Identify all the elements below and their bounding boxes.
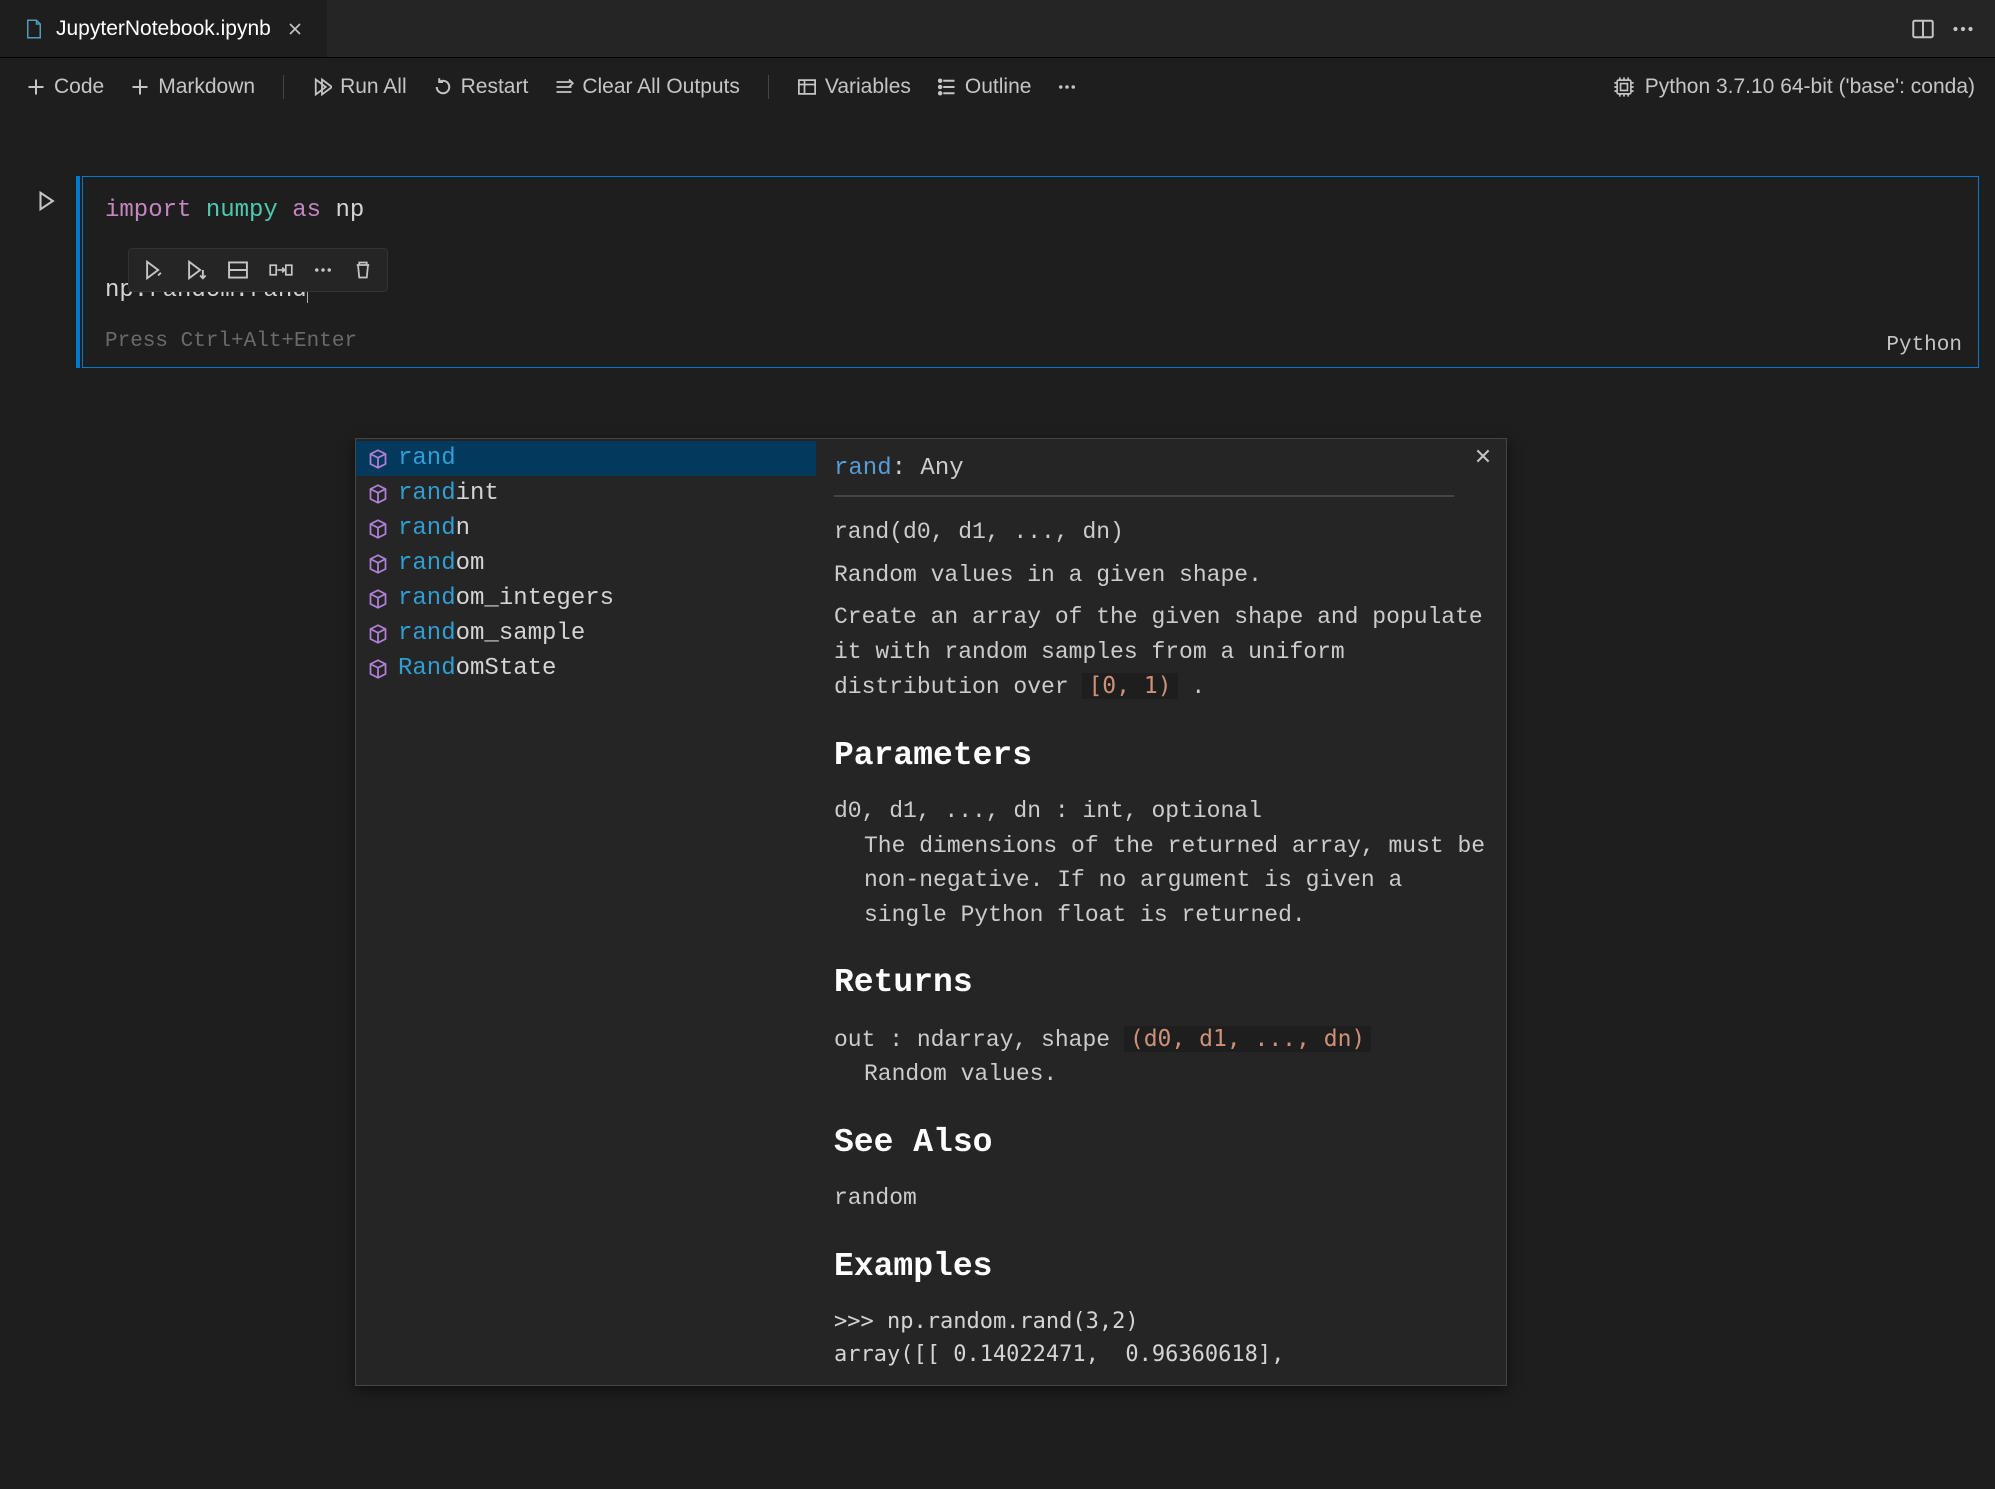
doc-description: Create an array of the given shape and p… (834, 600, 1488, 705)
doc-returns: out : ndarray, shape (d0, d1, ..., dn) R… (834, 1022, 1488, 1092)
doc-heading-seealso: See Also (834, 1118, 1488, 1168)
method-icon (368, 589, 388, 609)
method-icon (368, 624, 388, 644)
run-cell-icon[interactable] (35, 190, 57, 368)
suggest-list[interactable]: rand randint randn random random_integer… (356, 439, 816, 1385)
editor-tab[interactable]: JupyterNotebook.ipynb (0, 0, 327, 57)
execute-below-icon[interactable] (181, 255, 211, 285)
cell-more-icon[interactable] (309, 256, 337, 284)
suggest-item[interactable]: rand (356, 441, 816, 476)
method-icon (368, 554, 388, 574)
outline-label: Outline (965, 75, 1032, 99)
run-all-button[interactable]: Run All (306, 71, 413, 103)
method-icon (368, 484, 388, 504)
doc-heading-returns: Returns (834, 958, 1488, 1008)
cell-toolbar (128, 248, 388, 292)
cell-language-label[interactable]: Python (1886, 334, 1962, 357)
doc-heading-examples: Examples (834, 1242, 1488, 1292)
kernel-label: Python 3.7.10 64-bit ('base': conda) (1645, 75, 1975, 99)
signature-label: rand: Any (834, 447, 1488, 495)
restart-label: Restart (461, 75, 529, 99)
add-markdown-label: Markdown (158, 75, 255, 99)
close-icon[interactable] (1474, 447, 1492, 465)
variables-label: Variables (825, 75, 911, 99)
suggest-item[interactable]: random_sample (356, 616, 816, 651)
tab-filename: JupyterNotebook.ipynb (56, 17, 271, 41)
code-line: import numpy as np (105, 191, 1956, 231)
notebook-toolbar: Code Markdown Run All Restart Clear All … (0, 58, 1995, 116)
suggest-item[interactable]: randn (356, 511, 816, 546)
divider (834, 495, 1454, 497)
clear-outputs-button[interactable]: Clear All Outputs (548, 71, 746, 103)
suggest-item[interactable]: random (356, 546, 816, 581)
notebook-file-icon (24, 19, 44, 39)
add-code-label: Code (54, 75, 104, 99)
run-by-line-icon[interactable] (139, 255, 169, 285)
method-icon (368, 519, 388, 539)
editor-hint: Press Ctrl+Alt+Enter (105, 330, 357, 353)
change-cell-type-icon[interactable] (265, 255, 297, 285)
suggest-item[interactable]: random_integers (356, 581, 816, 616)
doc-params: d0, d1, ..., dn : int, optional The dime… (834, 794, 1488, 932)
clear-outputs-label: Clear All Outputs (582, 75, 740, 99)
doc-summary: Random values in a given shape. (834, 558, 1488, 593)
variables-button[interactable]: Variables (791, 71, 917, 103)
suggest-detail[interactable]: rand: Any rand(d0, d1, ..., dn) Random v… (816, 439, 1506, 1385)
kernel-selector[interactable]: Python 3.7.10 64-bit ('base': conda) (1613, 75, 1975, 99)
tab-bar: JupyterNotebook.ipynb (0, 0, 1995, 58)
add-code-button[interactable]: Code (20, 71, 110, 103)
cell-focus-indicator (76, 176, 80, 368)
close-tab-icon[interactable] (283, 17, 307, 41)
suggest-widget: rand randint randn random random_integer… (355, 438, 1507, 1386)
doc-seealso: random (834, 1181, 1488, 1216)
delete-cell-icon[interactable] (349, 256, 377, 284)
doc-example: >>> np.random.rand(3,2) array([[ 0.14022… (834, 1305, 1488, 1371)
run-all-label: Run All (340, 75, 407, 99)
suggest-item[interactable]: RandomState (356, 651, 816, 686)
split-editor-icon[interactable] (1911, 17, 1935, 41)
add-markdown-button[interactable]: Markdown (124, 71, 261, 103)
separator (283, 75, 284, 99)
doc-heading-parameters: Parameters (834, 731, 1488, 781)
method-icon (368, 659, 388, 679)
outline-button[interactable]: Outline (931, 71, 1038, 103)
method-icon (368, 449, 388, 469)
more-actions-icon[interactable] (1951, 17, 1975, 41)
split-cell-icon[interactable] (223, 255, 253, 285)
suggest-item[interactable]: randint (356, 476, 816, 511)
restart-button[interactable]: Restart (427, 71, 535, 103)
doc-call-signature: rand(d0, d1, ..., dn) (834, 515, 1488, 550)
separator (768, 75, 769, 99)
toolbar-more-icon[interactable] (1051, 73, 1083, 101)
